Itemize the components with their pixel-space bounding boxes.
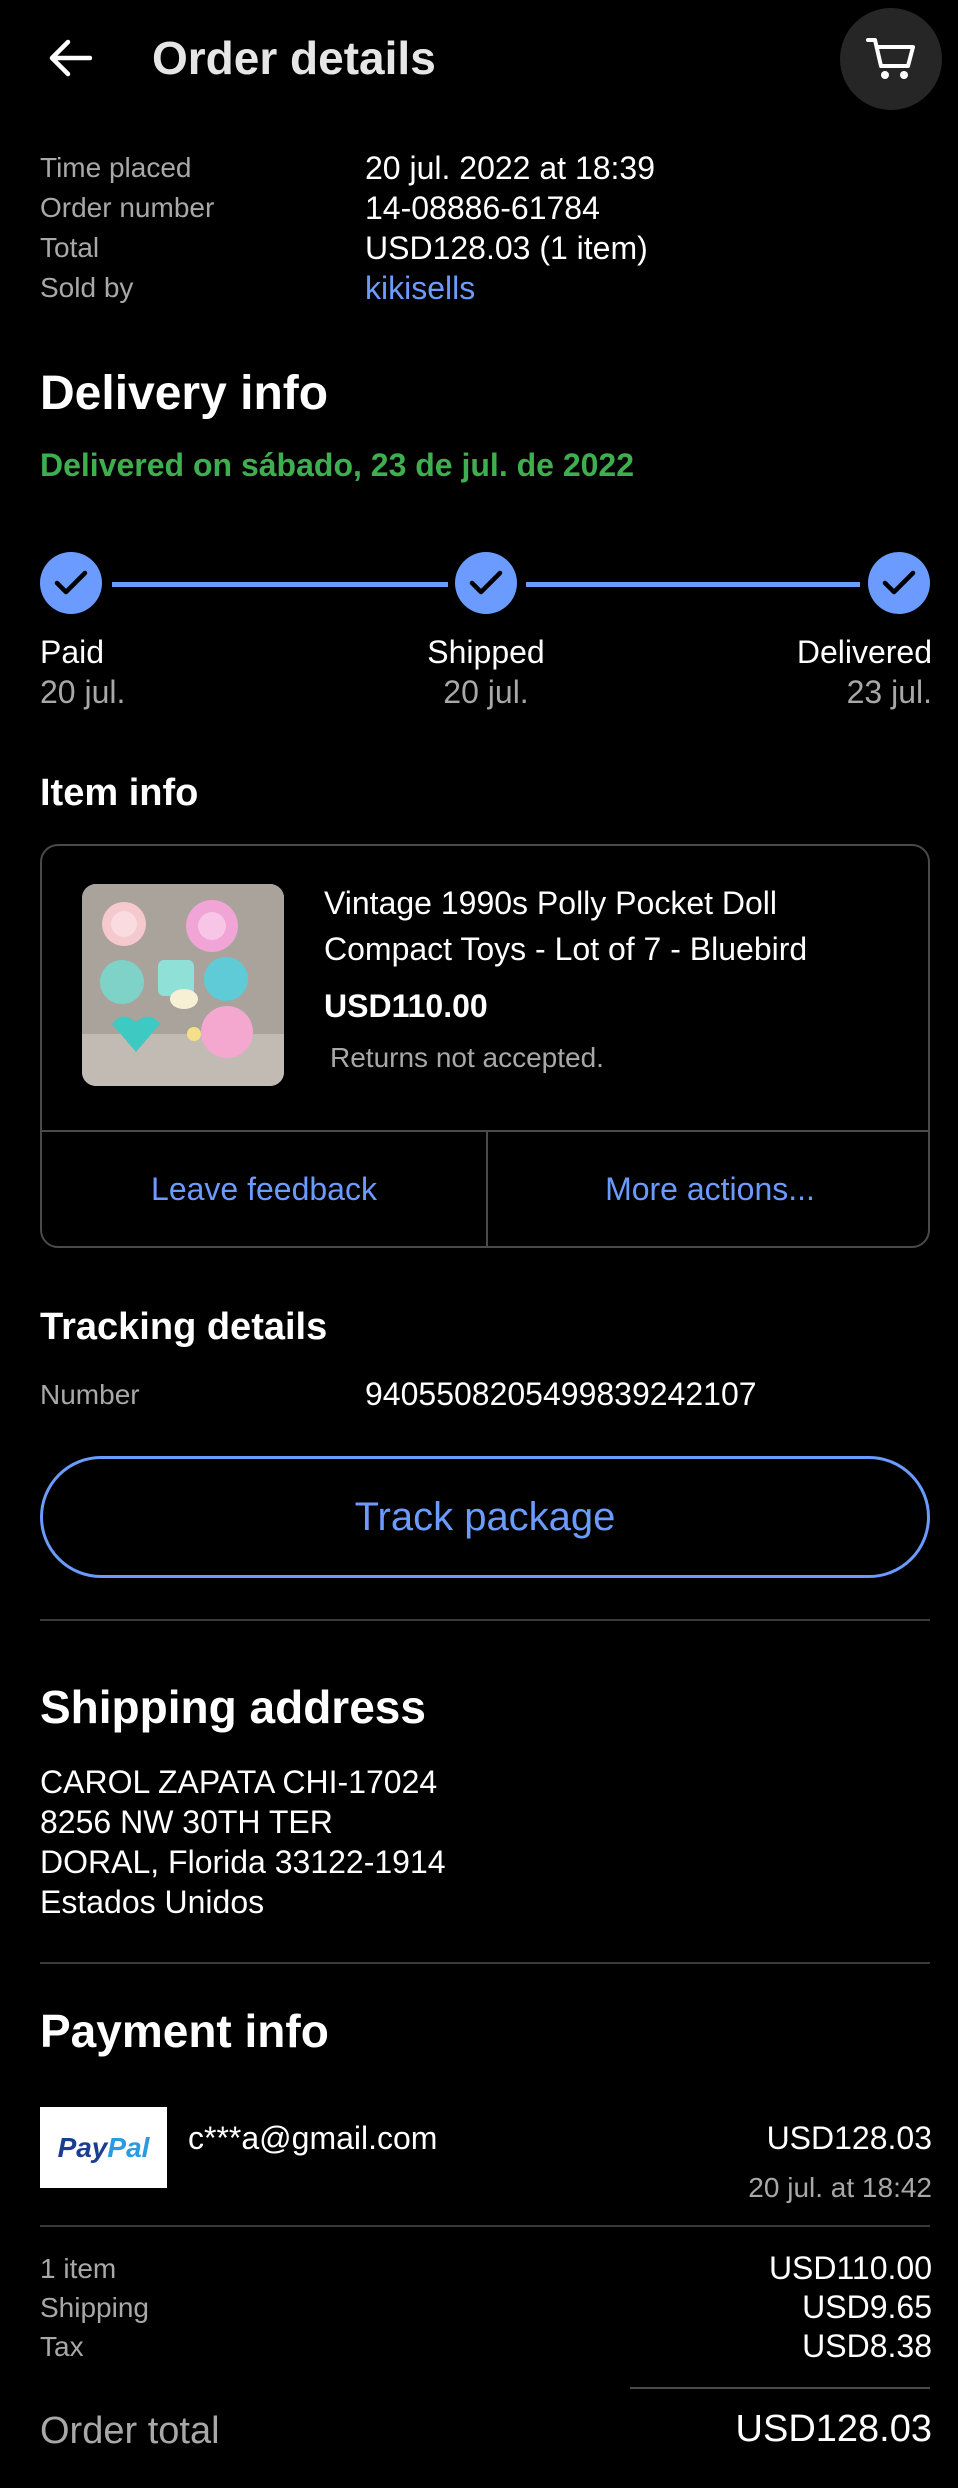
time-placed-value: 20 jul. 2022 at 18:39	[365, 149, 656, 186]
paypal-logo-pay: Pay	[57, 2131, 108, 2163]
step-paid: Paid 20 jul.	[40, 632, 125, 712]
order-total-label: Order total	[40, 2410, 220, 2452]
item-returns-policy: Returns not accepted.	[330, 1042, 604, 1073]
time-placed-label: Time placed	[40, 152, 192, 183]
paid-check-icon	[40, 552, 102, 614]
breakdown-row-items: 1 item USD110.00	[40, 2249, 932, 2288]
breakdown-value: USD110.00	[768, 2250, 932, 2286]
paypal-logo-pal: Pal	[107, 2131, 150, 2163]
breakdown-label: 1 item	[40, 2252, 117, 2284]
item-info-title: Item info	[40, 772, 199, 814]
tracking-number-value: 9405508205499839242107	[365, 1376, 757, 1412]
breakdown-label: Tax	[40, 2330, 84, 2362]
leave-feedback-button[interactable]: Leave feedback	[42, 1132, 486, 1246]
item-title[interactable]: Vintage 1990s Polly Pocket Doll Compact …	[324, 880, 884, 972]
breakdown-row-shipping: Shipping USD9.65	[40, 2288, 932, 2327]
payment-info-title: Payment info	[40, 2005, 329, 2057]
address-line: 8256 NW 30TH TER	[40, 1804, 333, 1840]
total-value: USD128.03 (1 item)	[365, 229, 648, 266]
divider	[40, 1962, 930, 1964]
tracking-details-title: Tracking details	[40, 1306, 328, 1348]
item-price: USD110.00	[324, 988, 488, 1024]
item-thumbnail[interactable]	[82, 884, 284, 1086]
payment-email: c***a@gmail.com	[188, 2120, 438, 2156]
tracking-number-row: Number 9405508205499839242107	[40, 1376, 920, 1413]
delivered-check-icon	[868, 552, 930, 614]
track-package-button[interactable]: Track package	[40, 1456, 930, 1578]
app-header: Order details	[0, 0, 958, 116]
cart-icon	[866, 38, 915, 79]
divider	[40, 1619, 930, 1621]
step-name: Shipped	[427, 634, 545, 670]
order-summary: Time placed 20 jul. 2022 at 18:39 Order …	[40, 148, 920, 308]
order-number-label: Order number	[40, 192, 215, 223]
back-button[interactable]	[40, 28, 100, 88]
sold-by-label: Sold by	[40, 272, 134, 303]
step-name: Paid	[40, 634, 105, 670]
arrow-left-icon	[49, 39, 92, 77]
cart-button[interactable]	[840, 8, 942, 110]
shipped-check-icon	[455, 552, 517, 614]
address-line: Estados Unidos	[40, 1884, 265, 1920]
address-line: CAROL ZAPATA CHI-17024	[40, 1764, 438, 1800]
breakdown-row-tax: Tax USD8.38	[40, 2327, 932, 2366]
order-number-row: Order number 14-08886-61784	[40, 188, 920, 228]
page-title: Order details	[152, 32, 436, 84]
price-breakdown: 1 item USD110.00 Shipping USD9.65 Tax US…	[40, 2249, 932, 2366]
step-date: 20 jul.	[40, 674, 126, 710]
total-label: Total	[40, 232, 100, 263]
address-line: DORAL, Florida 33122-1914	[40, 1844, 446, 1880]
payment-date: 20 jul. at 18:42	[748, 2172, 932, 2203]
sold-by-row: Sold by kikisells	[40, 268, 920, 308]
delivery-progress	[40, 552, 930, 616]
paypal-logo: Pay Pal	[40, 2107, 167, 2188]
more-actions-button[interactable]: More actions...	[488, 1132, 932, 1246]
progress-line-1	[112, 582, 448, 587]
step-date: 23 jul.	[846, 674, 932, 710]
step-delivered: Delivered 23 jul.	[797, 632, 932, 712]
delivery-status: Delivered on sábado, 23 de jul. de 2022	[40, 447, 635, 483]
seller-link[interactable]: kikisells	[365, 270, 475, 307]
total-row: Total USD128.03 (1 item)	[40, 228, 920, 268]
payment-amount: USD128.03	[766, 2120, 932, 2156]
time-placed-row: Time placed 20 jul. 2022 at 18:39	[40, 148, 920, 188]
step-date: 20 jul.	[443, 674, 529, 710]
shipping-address-title: Shipping address	[40, 1681, 426, 1733]
order-number-value: 14-08886-61784	[365, 189, 600, 226]
tracking-number-label: Number	[40, 1378, 140, 1410]
progress-line-2	[526, 582, 860, 587]
breakdown-value: USD9.65	[802, 2289, 932, 2325]
shipping-address: CAROL ZAPATA CHI-17024 8256 NW 30TH TER …	[40, 1762, 446, 1922]
order-total-value: USD128.03	[735, 2408, 932, 2450]
breakdown-value: USD8.38	[802, 2328, 932, 2364]
breakdown-label: Shipping	[40, 2291, 149, 2323]
step-name: Delivered	[796, 634, 932, 670]
divider	[40, 2225, 930, 2227]
item-card: Vintage 1990s Polly Pocket Doll Compact …	[40, 844, 930, 1248]
delivery-info-title: Delivery info	[40, 367, 329, 420]
total-divider	[630, 2387, 930, 2389]
step-shipped: Shipped 20 jul.	[386, 632, 586, 712]
